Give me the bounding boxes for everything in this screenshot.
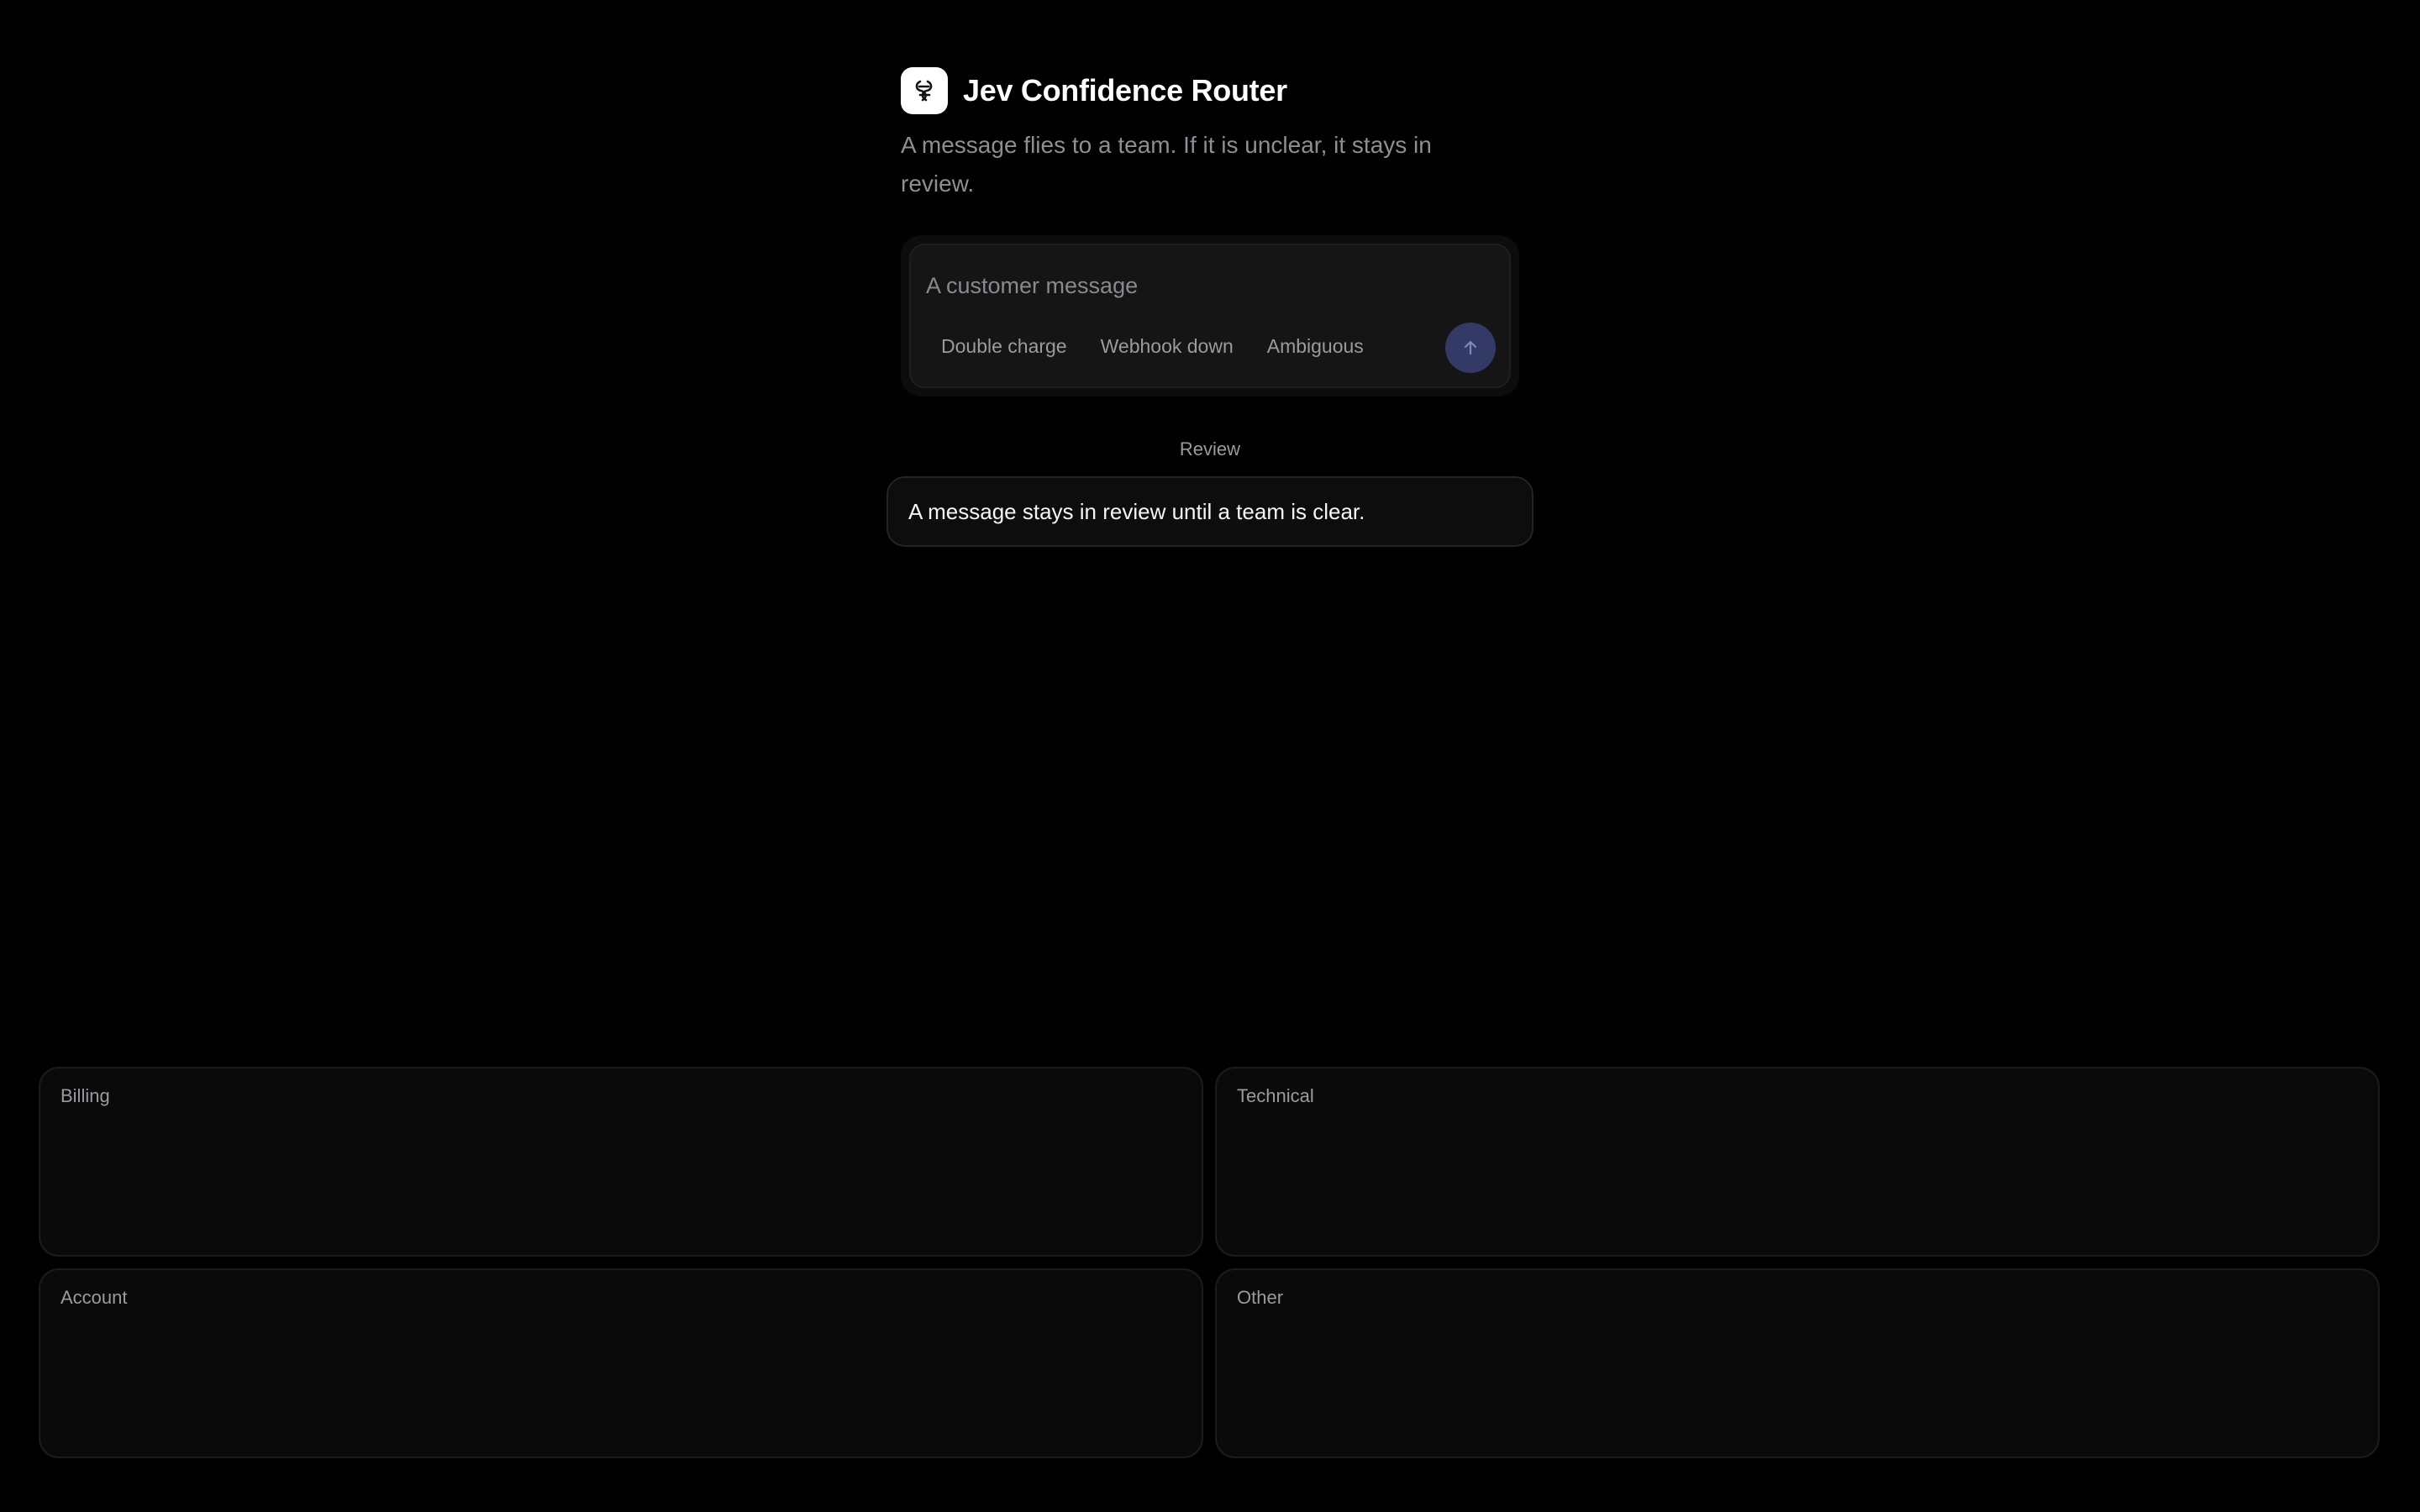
send-button[interactable] [1445,323,1496,373]
knot-icon [901,67,948,114]
team-label: Account [60,1287,128,1308]
header: Jev Confidence Router A message flies to… [901,67,1455,203]
review-message: A message stays in review until a team i… [908,498,1365,524]
page-subtitle: A message flies to a team. If it is uncl… [901,132,1432,197]
team-label: Other [1237,1287,1284,1308]
chip-webhook-down[interactable]: Webhook down [1086,329,1249,363]
chip-ambiguous[interactable]: Ambiguous [1252,329,1379,363]
arrow-up-icon [1464,340,1477,355]
page-title: Jev Confidence Router [963,73,1287,108]
team-label: Technical [1237,1085,1314,1106]
team-card-technical: Technical [1215,1067,2380,1257]
title-row: Jev Confidence Router [901,67,1455,114]
team-label: Billing [60,1085,110,1106]
customer-message-input[interactable] [926,269,1430,302]
chip-double-charge[interactable]: Double charge [926,329,1082,363]
team-card-other: Other [1215,1268,2380,1458]
review-card: A message stays in review until a team i… [886,476,1534,547]
team-card-account: Account [39,1268,1203,1458]
team-card-billing: Billing [39,1067,1203,1257]
example-chips: Double charge Webhook down Ambiguous [926,329,1379,363]
review-label: Review [1179,438,1241,459]
composer-frame: Double charge Webhook down Ambiguous [901,235,1519,396]
composer: Double charge Webhook down Ambiguous [909,244,1511,388]
